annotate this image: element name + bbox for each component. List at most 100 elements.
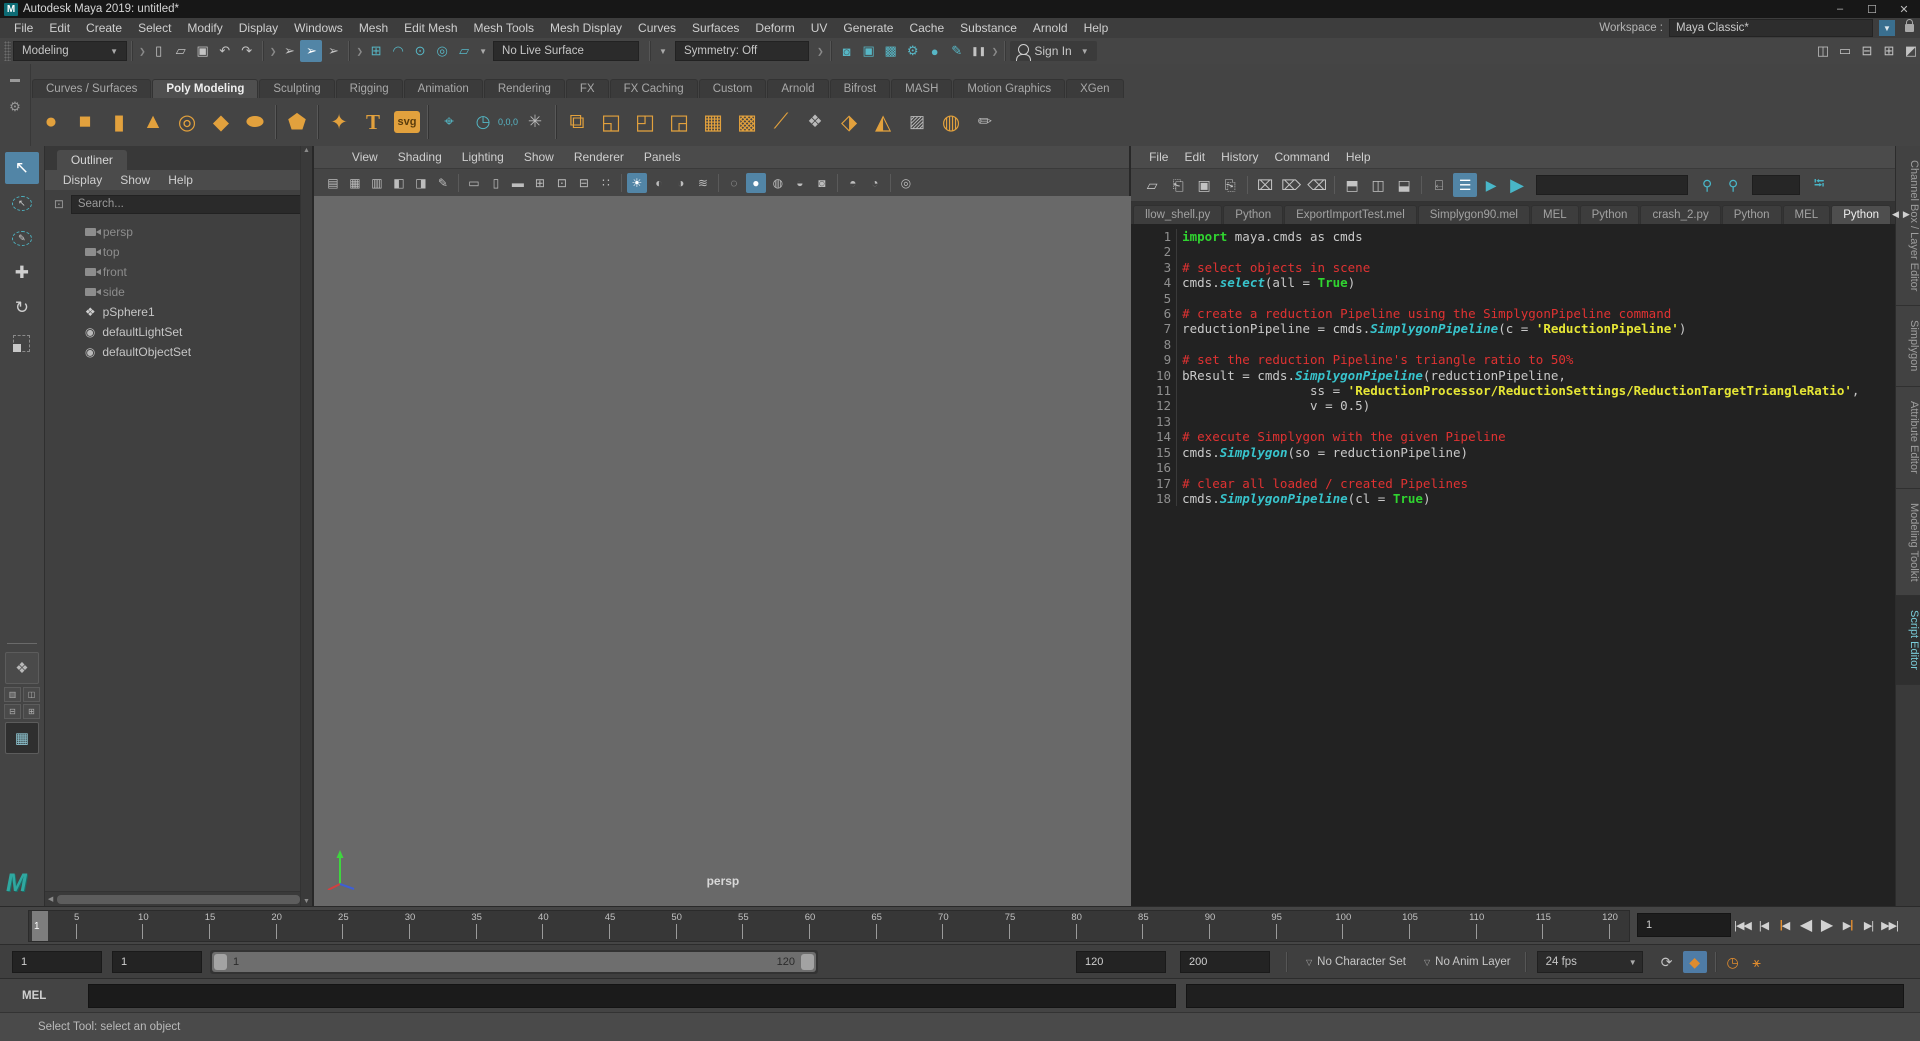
menu-create[interactable]: Create <box>78 18 130 38</box>
shelf-tab-animation[interactable]: Animation <box>404 79 483 98</box>
toggle-ui-elements-button[interactable]: ⊞ <box>1878 40 1900 62</box>
anim-layer-dropdown[interactable]: ▽ No Anim Layer <box>1420 956 1511 968</box>
time-ruler[interactable]: 1 51015202530354045505560657075808590951… <box>28 910 1630 942</box>
shelf-tab-bifrost[interactable]: Bifrost <box>830 79 891 98</box>
render-settings-button[interactable]: ⚙ <box>902 40 924 62</box>
script-tab-mel[interactable]: MEL <box>1783 205 1831 224</box>
image-plane-icon[interactable]: ◧ <box>389 173 409 193</box>
reduce-icon[interactable]: ▨ <box>900 103 934 141</box>
select-tool[interactable]: ↖ <box>5 152 39 184</box>
script-menu-command[interactable]: Command <box>1266 146 1337 168</box>
play-forwards-button[interactable]: ▶ <box>1816 913 1837 937</box>
poly-cylinder-icon[interactable]: ▮ <box>102 103 136 141</box>
range-end-handle[interactable] <box>801 954 814 970</box>
ambient-occlusion-icon[interactable]: ◑ <box>671 173 691 193</box>
outliner-item-defaultLightSet[interactable]: ◉defaultLightSet <box>45 322 312 342</box>
svg-tool-icon[interactable]: svg <box>390 103 424 141</box>
lasso-select-tool[interactable]: ↖ <box>5 187 39 219</box>
menu-substance[interactable]: Substance <box>952 18 1025 38</box>
super-shape-icon[interactable]: ✦ <box>322 103 356 141</box>
tab-scroll-right-icon[interactable]: ▶ <box>1903 209 1910 220</box>
retopologize-icon[interactable]: ▩ <box>730 103 764 141</box>
workspace-caret-icon[interactable]: ▼ <box>1879 20 1895 36</box>
menu-curves[interactable]: Curves <box>630 18 684 38</box>
use-default-material-icon[interactable]: ◒ <box>790 173 810 193</box>
shelf-tab-sculpting[interactable]: Sculpting <box>259 79 334 98</box>
shelf-tab-xgen[interactable]: XGen <box>1066 79 1123 98</box>
xray-icon[interactable]: ◙ <box>812 173 832 193</box>
workspace-dropdown[interactable]: Maya Classic* <box>1669 19 1873 37</box>
step-back-frame-button[interactable]: |◀ <box>1753 913 1774 937</box>
command-language-label[interactable]: MEL <box>0 990 88 1002</box>
type-tool-icon[interactable]: T <box>356 103 390 141</box>
sidebar-tab-channel-box-layer-editor[interactable]: Channel Box / Layer Editor <box>1896 146 1920 306</box>
redo-button[interactable]: ↷ <box>236 40 258 62</box>
shadows-icon[interactable]: ◐ <box>649 173 669 193</box>
echo-all-commands-icon[interactable]: ⍇ <box>1427 173 1451 197</box>
gamma-icon[interactable]: ◔ <box>865 173 885 193</box>
smooth-shade-icon[interactable]: ● <box>746 173 766 193</box>
safe-title-icon[interactable]: ⊟ <box>574 173 594 193</box>
clear-all-icon[interactable]: ⌫ <box>1305 173 1329 197</box>
render-view-button[interactable]: ◙ <box>836 40 858 62</box>
outliner-hscrollbar[interactable]: ◀▶ <box>45 891 312 906</box>
film-gate-icon[interactable]: ▭ <box>464 173 484 193</box>
wedge-icon[interactable]: ◭ <box>866 103 900 141</box>
sidebar-tab-script-editor[interactable]: Script Editor <box>1896 596 1920 685</box>
step-back-key-button[interactable]: |◀ <box>1774 913 1795 937</box>
layout-persp-uv-button[interactable]: ⊞ <box>23 704 40 719</box>
execute-all-icon[interactable]: ▶ <box>1479 173 1503 197</box>
workspace-lock-icon[interactable] <box>1905 24 1914 32</box>
shelf-menu-icon[interactable]: ▬ <box>10 74 20 85</box>
viewport-canvas[interactable]: persp <box>314 196 1132 906</box>
new-scene-button[interactable]: ▯ <box>148 40 170 62</box>
paint-effects-button[interactable]: ✎ <box>946 40 968 62</box>
move-tool[interactable]: ✚ <box>5 257 39 289</box>
resolution-gate-icon[interactable]: ▯ <box>486 173 506 193</box>
select-hierarchy-mode-button[interactable]: ➢ <box>278 40 300 62</box>
viewport-menu-renderer[interactable]: Renderer <box>564 150 634 164</box>
menu-mesh-display[interactable]: Mesh Display <box>542 18 630 38</box>
script-tab-python[interactable]: Python <box>1580 205 1640 224</box>
poly-cone-icon[interactable]: ▲ <box>136 103 170 141</box>
auto-keyframe-button[interactable]: ◆ <box>1683 951 1707 973</box>
combine-icon[interactable]: ⧉ <box>560 103 594 141</box>
range-slider-bar[interactable]: 1 120 <box>212 952 816 972</box>
menu-file[interactable]: File <box>6 18 41 38</box>
isolate-select-icon[interactable]: ◎ <box>896 173 916 193</box>
menu-help[interactable]: Help <box>1076 18 1117 38</box>
shelf-tab-rigging[interactable]: Rigging <box>336 79 403 98</box>
menu-uv[interactable]: UV <box>803 18 836 38</box>
reset-transform-icon[interactable]: ◷ <box>466 103 500 141</box>
show-both-panes-icon[interactable]: ◫ <box>1366 173 1390 197</box>
character-controls-button[interactable]: ⚹ <box>1745 951 1769 973</box>
script-search-input[interactable] <box>1536 175 1688 195</box>
viewport-menu-shading[interactable]: Shading <box>388 150 452 164</box>
layout-persp-hypershade-button[interactable]: ⊟ <box>4 704 21 719</box>
frame-all-icon[interactable]: ∷ <box>596 173 616 193</box>
show-history-pane-icon[interactable]: ⬒ <box>1340 173 1364 197</box>
outliner-menu-show[interactable]: Show <box>112 173 158 187</box>
construction-plane-icon[interactable]: ⌖ <box>432 103 466 141</box>
shelf-tab-custom[interactable]: Custom <box>699 79 767 98</box>
outliner-item-defaultObjectSet[interactable]: ◉defaultObjectSet <box>45 342 312 362</box>
open-scene-button[interactable]: ▱ <box>170 40 192 62</box>
poly-plane-icon[interactable]: ◆ <box>204 103 238 141</box>
sign-in-button[interactable]: Sign In ▼ <box>1010 41 1096 61</box>
multi-cut-icon[interactable]: ⟋ <box>764 103 798 141</box>
script-tab-python[interactable]: Python <box>1223 205 1283 224</box>
menu-arnold[interactable]: Arnold <box>1025 18 1076 38</box>
playback-loop-button[interactable]: ⟳ <box>1655 951 1679 973</box>
script-menu-help[interactable]: Help <box>1338 146 1379 168</box>
show-input-pane-icon[interactable]: ⬓ <box>1392 173 1416 197</box>
outliner-vscrollbar[interactable]: ▲▼ <box>300 146 312 906</box>
camera-attributes-icon[interactable]: ▦ <box>345 173 365 193</box>
poly-torus-icon[interactable]: ◎ <box>170 103 204 141</box>
render-current-frame-button[interactable]: ▣ <box>858 40 880 62</box>
grease-pencil-icon[interactable]: ✎ <box>433 173 453 193</box>
layout-single-pane-button[interactable]: ▦ <box>5 722 39 754</box>
outliner-item-pSphere1[interactable]: ❖pSphere1 <box>45 302 312 322</box>
select-object-mode-button[interactable]: ➢ <box>300 40 322 62</box>
range-start-handle[interactable] <box>214 954 227 970</box>
go-to-end-button[interactable]: ▶▶| <box>1879 913 1900 937</box>
